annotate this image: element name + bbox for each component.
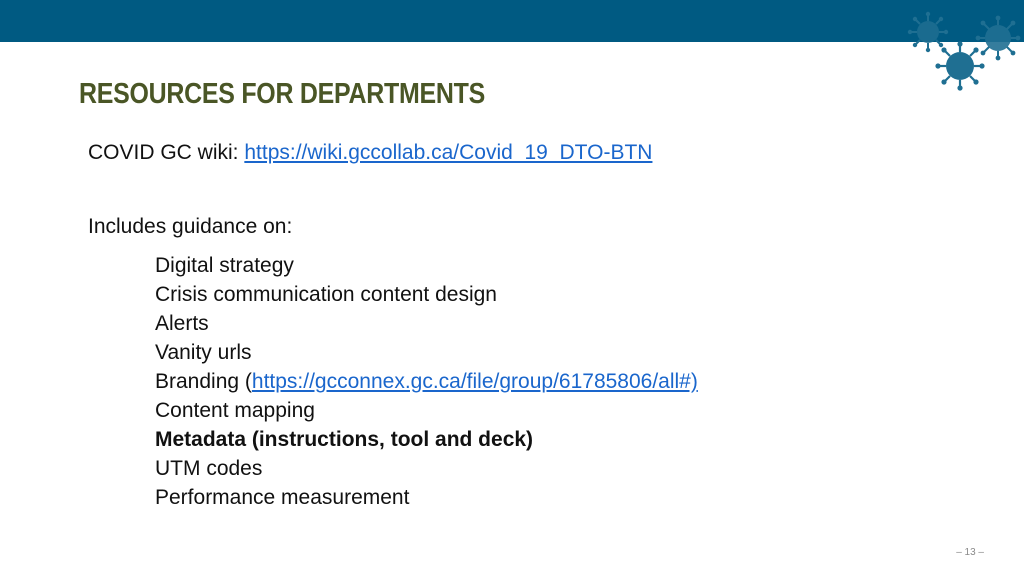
slide-title: RESOURCES FOR DEPARTMENTS (79, 78, 486, 110)
wiki-line: COVID GC wiki: https://wiki.gccollab.ca/… (88, 141, 652, 165)
branding-label: Branding ( (155, 370, 252, 393)
list-item-branding: Branding (https://gcconnex.gc.ca/file/gr… (155, 367, 698, 396)
list-item-performance: Performance measurement (155, 486, 410, 509)
includes-heading: Includes guidance on: (88, 215, 293, 238)
wiki-link[interactable]: https://wiki.gccollab.ca/Covid_19_DTO-BT… (244, 141, 652, 164)
top-header-band (0, 0, 1024, 42)
list-item-alerts: Alerts (155, 312, 209, 335)
list-item-utm-codes: UTM codes (155, 457, 263, 480)
page-number: – 13 – (956, 547, 984, 558)
coronavirus-icon (907, 11, 1021, 91)
list-item-vanity-urls: Vanity urls (155, 341, 252, 364)
branding-link[interactable]: https://gcconnex.gc.ca/file/group/617858… (252, 370, 698, 393)
list-item-crisis-content: Crisis communication content design (155, 283, 497, 306)
wiki-label: COVID GC wiki: (88, 141, 245, 164)
list-item-digital-strategy: Digital strategy (155, 254, 294, 277)
list-item-metadata: Metadata (instructions, tool and deck) (155, 428, 534, 451)
guidance-list: Digital strategy Crisis communication co… (155, 251, 698, 512)
list-item-content-mapping: Content mapping (155, 399, 315, 422)
